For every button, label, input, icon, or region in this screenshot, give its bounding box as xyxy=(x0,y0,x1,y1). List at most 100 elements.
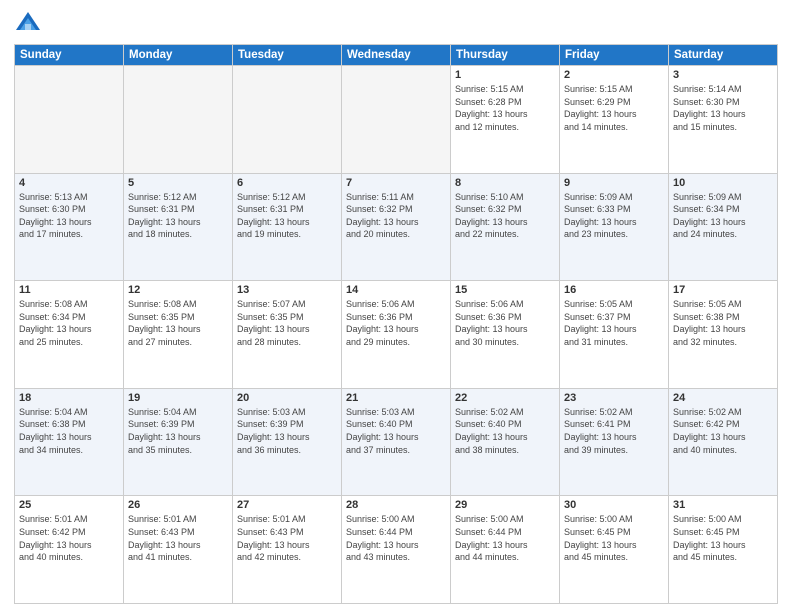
day-number: 31 xyxy=(673,499,773,511)
calendar: SundayMondayTuesdayWednesdayThursdayFrid… xyxy=(14,44,778,604)
day-number: 29 xyxy=(455,499,555,511)
calendar-week-row: 4 Sunrise: 5:13 AM Sunset: 6:30 PM Daylig… xyxy=(15,173,778,281)
day-number: 27 xyxy=(237,499,337,511)
day-number: 25 xyxy=(19,499,119,511)
day-info: Sunrise: 5:00 AM Sunset: 6:45 PM Dayligh… xyxy=(673,513,773,563)
day-info: Sunrise: 5:15 AM Sunset: 6:29 PM Dayligh… xyxy=(564,83,664,133)
calendar-cell: 12 Sunrise: 5:08 AM Sunset: 6:35 PM Dayli… xyxy=(124,281,233,389)
day-info: Sunrise: 5:09 AM Sunset: 6:33 PM Dayligh… xyxy=(564,191,664,241)
day-info: Sunrise: 5:10 AM Sunset: 6:32 PM Dayligh… xyxy=(455,191,555,241)
day-info: Sunrise: 5:09 AM Sunset: 6:34 PM Dayligh… xyxy=(673,191,773,241)
day-number: 26 xyxy=(128,499,228,511)
calendar-week-row: 1 Sunrise: 5:15 AM Sunset: 6:28 PM Daylig… xyxy=(15,66,778,174)
calendar-cell: 6 Sunrise: 5:12 AM Sunset: 6:31 PM Daylig… xyxy=(233,173,342,281)
day-info: Sunrise: 5:06 AM Sunset: 6:36 PM Dayligh… xyxy=(346,298,446,348)
calendar-week-row: 18 Sunrise: 5:04 AM Sunset: 6:38 PM Dayli… xyxy=(15,388,778,496)
calendar-cell: 2 Sunrise: 5:15 AM Sunset: 6:29 PM Daylig… xyxy=(560,66,669,174)
day-number: 22 xyxy=(455,392,555,404)
day-number: 15 xyxy=(455,284,555,296)
day-info: Sunrise: 5:02 AM Sunset: 6:42 PM Dayligh… xyxy=(673,406,773,456)
day-info: Sunrise: 5:13 AM Sunset: 6:30 PM Dayligh… xyxy=(19,191,119,241)
calendar-cell: 27 Sunrise: 5:01 AM Sunset: 6:43 PM Dayli… xyxy=(233,496,342,604)
day-info: Sunrise: 5:08 AM Sunset: 6:35 PM Dayligh… xyxy=(128,298,228,348)
day-number: 21 xyxy=(346,392,446,404)
calendar-cell: 17 Sunrise: 5:05 AM Sunset: 6:38 PM Dayli… xyxy=(669,281,778,389)
calendar-week-row: 25Sunrise: 5:01 AM Sunset: 6:42 PM Dayli… xyxy=(15,496,778,604)
day-info: Sunrise: 5:00 AM Sunset: 6:45 PM Dayligh… xyxy=(564,513,664,563)
day-info: Sunrise: 5:12 AM Sunset: 6:31 PM Dayligh… xyxy=(237,191,337,241)
day-number: 13 xyxy=(237,284,337,296)
calendar-cell: 7Sunrise: 5:11 AM Sunset: 6:32 PM Daylig… xyxy=(342,173,451,281)
calendar-cell: 5Sunrise: 5:12 AM Sunset: 6:31 PM Daylig… xyxy=(124,173,233,281)
weekday-header-saturday: Saturday xyxy=(669,45,778,66)
calendar-cell: 16 Sunrise: 5:05 AM Sunset: 6:37 PM Dayli… xyxy=(560,281,669,389)
calendar-cell: 14 Sunrise: 5:06 AM Sunset: 6:36 PM Dayli… xyxy=(342,281,451,389)
weekday-header-tuesday: Tuesday xyxy=(233,45,342,66)
day-info: Sunrise: 5:04 AM Sunset: 6:39 PM Dayligh… xyxy=(128,406,228,456)
day-info: Sunrise: 5:03 AM Sunset: 6:40 PM Dayligh… xyxy=(346,406,446,456)
day-number: 2 xyxy=(564,69,664,81)
day-number: 16 xyxy=(564,284,664,296)
calendar-cell: 11Sunrise: 5:08 AM Sunset: 6:34 PM Dayli… xyxy=(15,281,124,389)
calendar-cell: 21 Sunrise: 5:03 AM Sunset: 6:40 PM Dayli… xyxy=(342,388,451,496)
day-info: Sunrise: 5:00 AM Sunset: 6:44 PM Dayligh… xyxy=(346,513,446,563)
weekday-header-sunday: Sunday xyxy=(15,45,124,66)
day-number: 30 xyxy=(564,499,664,511)
day-number: 1 xyxy=(455,69,555,81)
calendar-cell: 15Sunrise: 5:06 AM Sunset: 6:36 PM Dayli… xyxy=(451,281,560,389)
calendar-cell xyxy=(124,66,233,174)
calendar-cell: 31 Sunrise: 5:00 AM Sunset: 6:45 PM Dayli… xyxy=(669,496,778,604)
weekday-header-monday: Monday xyxy=(124,45,233,66)
weekday-header-wednesday: Wednesday xyxy=(342,45,451,66)
calendar-cell: 19 Sunrise: 5:04 AM Sunset: 6:39 PM Dayli… xyxy=(124,388,233,496)
calendar-cell: 24 Sunrise: 5:02 AM Sunset: 6:42 PM Dayli… xyxy=(669,388,778,496)
day-number: 10 xyxy=(673,177,773,189)
calendar-week-row: 11Sunrise: 5:08 AM Sunset: 6:34 PM Dayli… xyxy=(15,281,778,389)
calendar-cell xyxy=(233,66,342,174)
calendar-cell: 22Sunrise: 5:02 AM Sunset: 6:40 PM Dayli… xyxy=(451,388,560,496)
calendar-cell: 25Sunrise: 5:01 AM Sunset: 6:42 PM Dayli… xyxy=(15,496,124,604)
day-info: Sunrise: 5:01 AM Sunset: 6:43 PM Dayligh… xyxy=(128,513,228,563)
day-number: 24 xyxy=(673,392,773,404)
day-number: 18 xyxy=(19,392,119,404)
day-number: 20 xyxy=(237,392,337,404)
day-number: 6 xyxy=(237,177,337,189)
page: SundayMondayTuesdayWednesdayThursdayFrid… xyxy=(0,0,792,612)
day-info: Sunrise: 5:04 AM Sunset: 6:38 PM Dayligh… xyxy=(19,406,119,456)
logo xyxy=(14,10,46,38)
day-info: Sunrise: 5:05 AM Sunset: 6:38 PM Dayligh… xyxy=(673,298,773,348)
day-number: 7 xyxy=(346,177,446,189)
calendar-cell: 30 Sunrise: 5:00 AM Sunset: 6:45 PM Dayli… xyxy=(560,496,669,604)
weekday-header-friday: Friday xyxy=(560,45,669,66)
day-info: Sunrise: 5:01 AM Sunset: 6:43 PM Dayligh… xyxy=(237,513,337,563)
calendar-cell: 28 Sunrise: 5:00 AM Sunset: 6:44 PM Dayli… xyxy=(342,496,451,604)
day-info: Sunrise: 5:07 AM Sunset: 6:35 PM Dayligh… xyxy=(237,298,337,348)
day-info: Sunrise: 5:05 AM Sunset: 6:37 PM Dayligh… xyxy=(564,298,664,348)
day-number: 8 xyxy=(455,177,555,189)
weekday-header-thursday: Thursday xyxy=(451,45,560,66)
day-number: 28 xyxy=(346,499,446,511)
day-number: 19 xyxy=(128,392,228,404)
calendar-cell: 8 Sunrise: 5:10 AM Sunset: 6:32 PM Daylig… xyxy=(451,173,560,281)
day-info: Sunrise: 5:08 AM Sunset: 6:34 PM Dayligh… xyxy=(19,298,119,348)
day-number: 23 xyxy=(564,392,664,404)
weekday-header-row: SundayMondayTuesdayWednesdayThursdayFrid… xyxy=(15,45,778,66)
calendar-cell: 1 Sunrise: 5:15 AM Sunset: 6:28 PM Daylig… xyxy=(451,66,560,174)
day-number: 14 xyxy=(346,284,446,296)
day-number: 12 xyxy=(128,284,228,296)
calendar-cell: 10 Sunrise: 5:09 AM Sunset: 6:34 PM Dayli… xyxy=(669,173,778,281)
calendar-cell: 4 Sunrise: 5:13 AM Sunset: 6:30 PM Daylig… xyxy=(15,173,124,281)
day-number: 4 xyxy=(19,177,119,189)
calendar-cell: 13 Sunrise: 5:07 AM Sunset: 6:35 PM Dayli… xyxy=(233,281,342,389)
calendar-cell xyxy=(15,66,124,174)
day-info: Sunrise: 5:14 AM Sunset: 6:30 PM Dayligh… xyxy=(673,83,773,133)
logo-icon xyxy=(14,10,42,38)
day-number: 3 xyxy=(673,69,773,81)
day-info: Sunrise: 5:15 AM Sunset: 6:28 PM Dayligh… xyxy=(455,83,555,133)
calendar-cell: 18 Sunrise: 5:04 AM Sunset: 6:38 PM Dayli… xyxy=(15,388,124,496)
day-info: Sunrise: 5:03 AM Sunset: 6:39 PM Dayligh… xyxy=(237,406,337,456)
day-info: Sunrise: 5:00 AM Sunset: 6:44 PM Dayligh… xyxy=(455,513,555,563)
calendar-cell: 29 Sunrise: 5:00 AM Sunset: 6:44 PM Dayli… xyxy=(451,496,560,604)
calendar-cell: 20 Sunrise: 5:03 AM Sunset: 6:39 PM Dayli… xyxy=(233,388,342,496)
day-number: 17 xyxy=(673,284,773,296)
